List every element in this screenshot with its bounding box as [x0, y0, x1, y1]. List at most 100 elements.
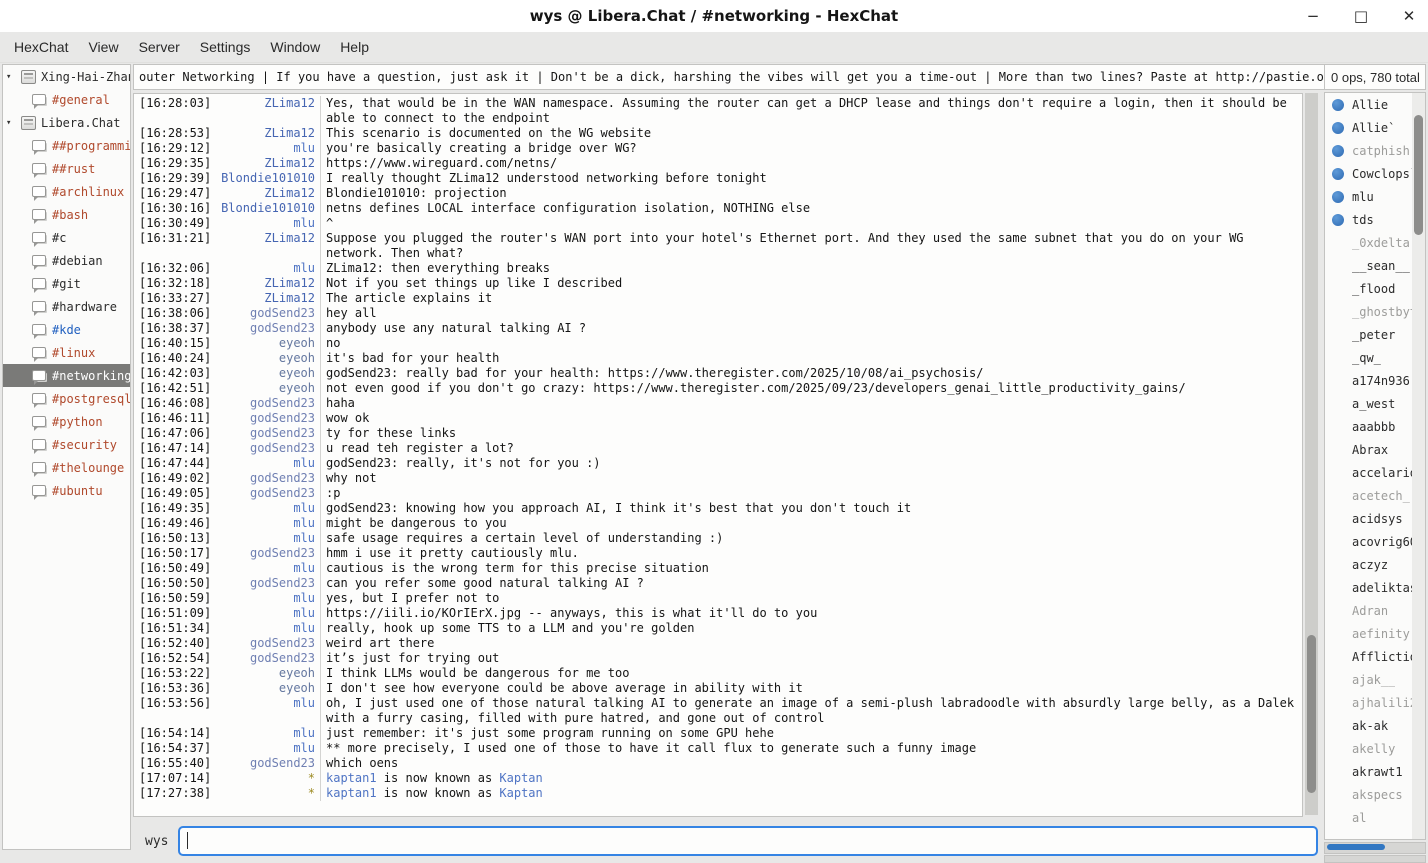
user-list-item[interactable]: ajak__	[1325, 668, 1425, 691]
user-list-item[interactable]: aaabbb	[1325, 415, 1425, 438]
chat-scrollbar-thumb[interactable]	[1307, 635, 1316, 794]
menu-item-help[interactable]: Help	[330, 34, 379, 60]
userlist-scrollbar-thumb[interactable]	[1414, 115, 1423, 234]
user-list-item[interactable]: Allie	[1325, 93, 1425, 116]
user-list-item[interactable]: aefinity	[1325, 622, 1425, 645]
tree-channel-item[interactable]: #networking	[3, 364, 130, 387]
user-list-item[interactable]: accelario	[1325, 461, 1425, 484]
tree-channel-item[interactable]: #kde	[3, 318, 130, 341]
message-input[interactable]	[178, 826, 1318, 856]
user-list-item[interactable]: Allie`	[1325, 116, 1425, 139]
network-name: Xing-Hai-Zhan	[41, 70, 130, 84]
menu-item-view[interactable]: View	[78, 34, 128, 60]
user-list-item[interactable]: akelly	[1325, 737, 1425, 760]
user-nick: acetech_	[1352, 489, 1410, 503]
user-list-item[interactable]: al	[1325, 806, 1425, 829]
chat-row: [16:30:49]mlu^	[134, 216, 1302, 231]
user-list-item[interactable]: Adran	[1325, 599, 1425, 622]
maximize-icon[interactable]: □	[1352, 7, 1370, 25]
timestamp: [16:53:56]	[134, 696, 215, 711]
message-text: Not if you set things up like I describe…	[320, 276, 1298, 291]
tree-channel-item[interactable]: ##programming	[3, 134, 130, 157]
tree-channel-item[interactable]: #thelounge	[3, 456, 130, 479]
minimize-icon[interactable]: −	[1304, 7, 1322, 25]
user-list-item[interactable]: akspecs	[1325, 783, 1425, 806]
user-list-item[interactable]: a_west	[1325, 392, 1425, 415]
message-text: kaptan1 is now known as Kaptan	[320, 771, 1298, 786]
close-icon[interactable]: ✕	[1400, 7, 1418, 25]
tree-channel-item[interactable]: #general	[3, 88, 130, 111]
chat-row: [17:07:14]*kaptan1 is now known as Kapta…	[134, 771, 1302, 786]
user-list-item[interactable]: Affliction	[1325, 645, 1425, 668]
nick: godSend23	[215, 576, 320, 591]
user-list-item[interactable]: __sean__	[1325, 254, 1425, 277]
nick-link[interactable]: Kaptan	[499, 771, 542, 785]
nick-link[interactable]: kaptan1	[326, 771, 377, 785]
userlist-scrollbar[interactable]	[1412, 93, 1425, 839]
nick: mlu	[215, 606, 320, 621]
timestamp: [16:47:06]	[134, 426, 215, 441]
user-list-item[interactable]: Abrax	[1325, 438, 1425, 461]
tree-channel-item[interactable]: #linux	[3, 341, 130, 364]
nick: godSend23	[215, 411, 320, 426]
userlist-hscrollbar[interactable]	[1324, 842, 1426, 854]
tree-channel-item[interactable]: #archlinux	[3, 180, 130, 203]
nick-link[interactable]: Kaptan	[499, 786, 542, 800]
tree-channel-item[interactable]: #postgresql	[3, 387, 130, 410]
user-list-item[interactable]: tds	[1325, 208, 1425, 231]
user-list-item[interactable]: Cowclops`	[1325, 162, 1425, 185]
menu-item-server[interactable]: Server	[129, 34, 190, 60]
tree-channel-item[interactable]: ##rust	[3, 157, 130, 180]
message-text: This scenario is documented on the WG we…	[320, 126, 1298, 141]
tree-channel-item[interactable]: #debian	[3, 249, 130, 272]
expander-icon[interactable]: ▾	[6, 72, 21, 82]
message-text: haha	[320, 396, 1298, 411]
tree-channel-item[interactable]: #python	[3, 410, 130, 433]
tree-channel-item[interactable]: #c	[3, 226, 130, 249]
message-text: cautious is the wrong term for this prec…	[320, 561, 1298, 576]
url-link[interactable]: https://iili.io/KOrIErX.jpg	[326, 606, 521, 620]
url-link[interactable]: https://www.wireguard.com/netns/	[326, 156, 557, 170]
chat-row: [16:42:51]eyeohnot even good if you don'…	[134, 381, 1302, 396]
tree-network-item[interactable]: ▾ Xing-Hai-Zhan	[3, 65, 130, 88]
user-list-item[interactable]: _flood	[1325, 277, 1425, 300]
user-list-item[interactable]: _0xdelta	[1325, 231, 1425, 254]
tree-network-item[interactable]: ▾Libera.Chat	[3, 111, 130, 134]
chat-bubble-icon	[32, 301, 46, 312]
nick: mlu	[215, 516, 320, 531]
user-list-item[interactable]: _qw_	[1325, 346, 1425, 369]
user-list-item[interactable]: a174n936	[1325, 369, 1425, 392]
user-list-item[interactable]: ak-ak	[1325, 714, 1425, 737]
user-list-item[interactable]: akrawt1	[1325, 760, 1425, 783]
tree-channel-item[interactable]: #git	[3, 272, 130, 295]
url-link[interactable]: https://www.theregister.com/2025/09/23/d…	[593, 381, 1185, 395]
user-list-item[interactable]: acovrig60	[1325, 530, 1425, 553]
tree-channel-item[interactable]: #hardware	[3, 295, 130, 318]
chat-row: [16:53:22]eyeohI think LLMs would be dan…	[134, 666, 1302, 681]
tree-channel-item[interactable]: #ubuntu	[3, 479, 130, 502]
url-link[interactable]: https://www.theregister.com/2025/10/08/a…	[608, 366, 984, 380]
expander-icon[interactable]: ▾	[6, 118, 21, 128]
user-list-item[interactable]: _peter	[1325, 323, 1425, 346]
tree-channel-item[interactable]: #security	[3, 433, 130, 456]
topic-input[interactable]: outer Networking | If you have a questio…	[133, 64, 1328, 90]
menu-item-settings[interactable]: Settings	[190, 34, 261, 60]
user-list-item[interactable]: ajhalili2	[1325, 691, 1425, 714]
tree-channel-item[interactable]: #bash	[3, 203, 130, 226]
menu-item-hexchat[interactable]: HexChat	[4, 34, 78, 60]
user-list-item[interactable]: _ghostbyt	[1325, 300, 1425, 323]
timestamp: [16:50:17]	[134, 546, 215, 561]
user-list-item[interactable]: acetech_	[1325, 484, 1425, 507]
user-list-item[interactable]: catphish	[1325, 139, 1425, 162]
user-list-item[interactable]: aczyz	[1325, 553, 1425, 576]
userlist-hscrollbar-thumb[interactable]	[1327, 844, 1385, 850]
timestamp: [16:51:09]	[134, 606, 215, 621]
user-list-item[interactable]: acidsys	[1325, 507, 1425, 530]
user-list-item[interactable]: adeliktas	[1325, 576, 1425, 599]
user-list-item[interactable]: mlu	[1325, 185, 1425, 208]
chat-row: [16:54:14]mlujust remember: it's just so…	[134, 726, 1302, 741]
chat-scrollbar[interactable]	[1305, 93, 1318, 815]
menu-item-window[interactable]: Window	[260, 34, 330, 60]
nick-link[interactable]: kaptan1	[326, 786, 377, 800]
chat-row: [16:50:59]mluyes, but I prefer not to	[134, 591, 1302, 606]
